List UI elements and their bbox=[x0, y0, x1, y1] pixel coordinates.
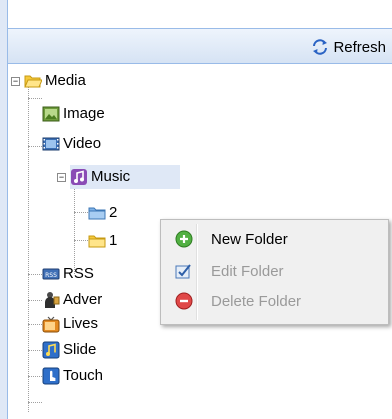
tree-node-image[interactable]: Image bbox=[42, 102, 105, 126]
tv-icon bbox=[42, 316, 60, 333]
add-circle-icon bbox=[175, 230, 193, 248]
tree-connector bbox=[28, 146, 42, 147]
panel-left-border bbox=[0, 0, 8, 419]
tree-node-video[interactable]: Video bbox=[42, 132, 101, 156]
tree-connector bbox=[28, 98, 42, 99]
folder-open-icon bbox=[24, 75, 42, 88]
tree-node-label: Slide bbox=[63, 341, 97, 358]
collapse-toggle-media[interactable]: − bbox=[11, 77, 20, 86]
menu-item-label: New Folder bbox=[211, 230, 288, 248]
menu-item-new-folder[interactable]: New Folder bbox=[163, 224, 386, 254]
folder-blue-icon bbox=[88, 207, 106, 220]
tree-node-label: 2 bbox=[109, 204, 118, 221]
tree-connector bbox=[28, 376, 42, 377]
film-icon bbox=[42, 137, 60, 151]
tree-node-folder-1[interactable]: 1 bbox=[88, 229, 117, 253]
tree-node-music[interactable]: Music bbox=[70, 165, 180, 189]
slideshow-icon bbox=[42, 341, 60, 359]
menu-item-delete-folder[interactable]: Delete Folder bbox=[163, 286, 386, 316]
tree-node-rss[interactable]: RSS RSS bbox=[42, 262, 94, 286]
menu-item-edit-folder[interactable]: Edit Folder bbox=[163, 256, 386, 286]
tree-node-label: Music bbox=[91, 168, 131, 185]
tree-node-adver[interactable]: Adver bbox=[42, 288, 102, 312]
touch-hand-icon bbox=[42, 367, 60, 385]
menu-item-label: Delete Folder bbox=[211, 292, 302, 310]
tree-connector bbox=[74, 240, 88, 241]
tree-connector bbox=[28, 300, 42, 301]
tree-connector bbox=[28, 402, 42, 403]
tree-node-label: 1 bbox=[109, 232, 118, 249]
music-note-icon bbox=[71, 169, 87, 185]
tree-node-label: Image bbox=[63, 105, 105, 122]
tree-node-folder-2[interactable]: 2 bbox=[88, 201, 117, 225]
edit-icon bbox=[175, 264, 191, 279]
tree-connector bbox=[74, 178, 75, 274]
refresh-label: Refresh bbox=[333, 38, 386, 56]
image-icon bbox=[42, 106, 60, 122]
remove-circle-icon bbox=[175, 292, 193, 310]
menu-item-label: Edit Folder bbox=[211, 262, 284, 280]
context-menu: New Folder Edit Folder Delete Folder bbox=[160, 219, 389, 325]
refresh-button[interactable]: Refresh bbox=[311, 36, 386, 58]
tree-node-label: Lives bbox=[63, 315, 99, 332]
tree-node-media[interactable]: Media bbox=[24, 69, 86, 93]
tree-node-label: Touch bbox=[63, 367, 104, 384]
refresh-icon bbox=[313, 39, 328, 55]
tree-connector bbox=[28, 82, 29, 412]
tree-node-label: Video bbox=[63, 135, 102, 152]
tree-node-slide[interactable]: Slide bbox=[42, 338, 96, 362]
tree-node-label: RSS bbox=[63, 265, 94, 282]
tree-node-label: Adver bbox=[63, 291, 103, 308]
rss-icon: RSS bbox=[42, 268, 60, 280]
tree-node-label: Media bbox=[45, 72, 86, 89]
collapse-toggle-music[interactable]: − bbox=[57, 173, 66, 182]
tree-node-lives[interactable]: Lives bbox=[42, 312, 98, 336]
tree-connector bbox=[28, 324, 42, 325]
tree-node-touch[interactable]: Touch bbox=[42, 364, 103, 388]
tree-connector bbox=[28, 350, 42, 351]
folder-icon bbox=[88, 235, 106, 248]
presenter-icon bbox=[45, 292, 60, 308]
toolbar: Refresh bbox=[8, 28, 392, 64]
tree-connector bbox=[28, 274, 42, 275]
svg-text:RSS: RSS bbox=[45, 272, 57, 279]
tree-connector bbox=[74, 212, 88, 213]
